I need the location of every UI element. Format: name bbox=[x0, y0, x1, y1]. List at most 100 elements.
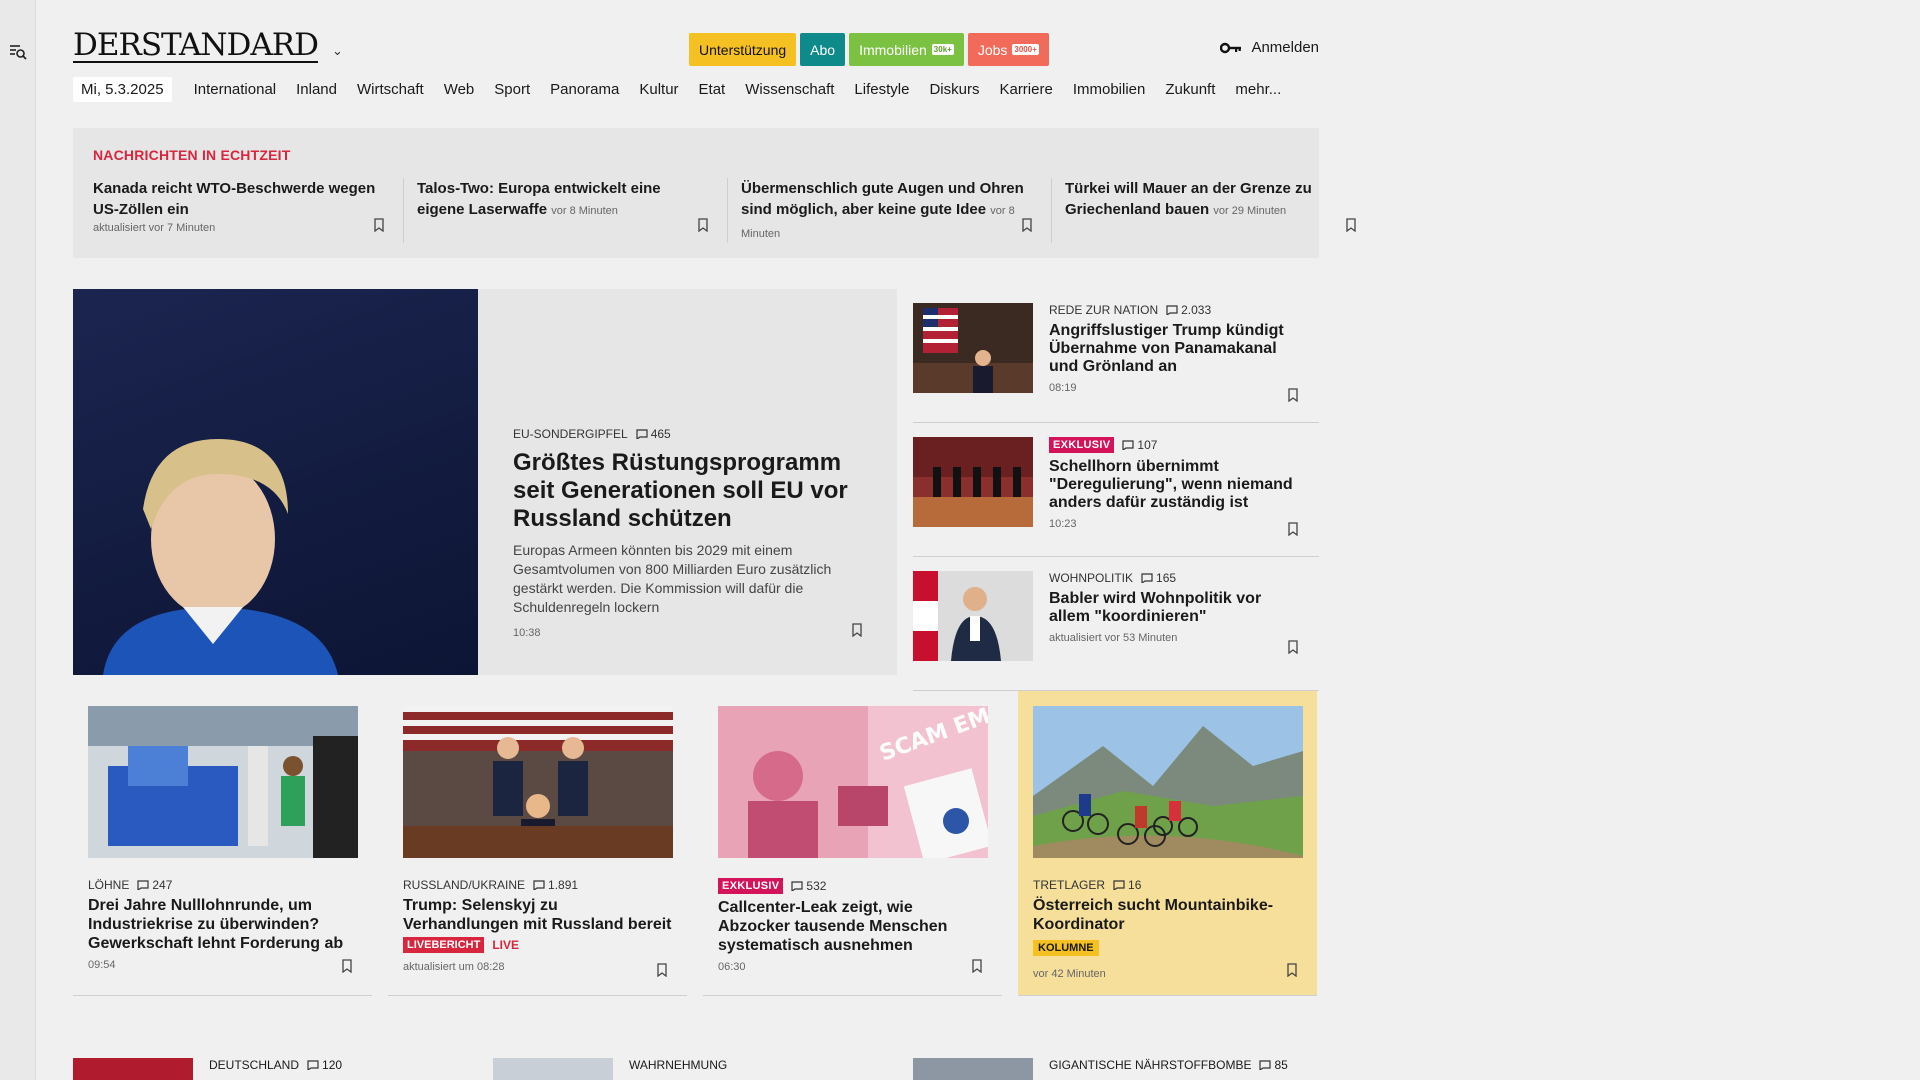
story-thumbnail[interactable] bbox=[913, 1058, 1033, 1080]
nav-item-kultur[interactable]: Kultur bbox=[639, 81, 678, 98]
main-nav: Mi, 5.3.2025 International Inland Wirtsc… bbox=[73, 77, 1291, 102]
ticker-item[interactable]: Übermenschlich gute Augen und Ohren sind… bbox=[741, 178, 1052, 243]
story-thumbnail[interactable] bbox=[913, 571, 1033, 661]
story-comment-count[interactable]: 165 bbox=[1141, 571, 1176, 585]
story-comment-count[interactable]: 247 bbox=[137, 878, 172, 892]
comment-icon bbox=[1141, 573, 1153, 583]
nav-item-web[interactable]: Web bbox=[444, 81, 475, 98]
nav-item-wissenschaft[interactable]: Wissenschaft bbox=[745, 81, 834, 98]
chevron-down-icon[interactable]: ⌄ bbox=[332, 43, 343, 59]
lead-comments: 465 bbox=[650, 427, 671, 441]
bookmark-icon[interactable] bbox=[971, 959, 983, 973]
live-row: LIVEBERICHT LIVE bbox=[403, 937, 673, 953]
story-thumbnail[interactable] bbox=[913, 437, 1033, 527]
story-title[interactable]: Angriffslustiger Trump kündigt Übernahme… bbox=[1049, 322, 1299, 376]
story-title[interactable]: Drei Jahre Nulllohnrunde, um Industriekr… bbox=[88, 896, 358, 953]
story-comment-count[interactable]: 532 bbox=[791, 879, 826, 893]
story-image[interactable] bbox=[88, 706, 358, 858]
support-label: Unterstützung bbox=[699, 41, 787, 58]
nav-item-etat[interactable]: Etat bbox=[699, 81, 726, 98]
story-image[interactable]: SCAM EMPIRE bbox=[718, 684, 1046, 864]
story-time: 10:23 bbox=[1049, 518, 1077, 530]
menu-search-icon[interactable] bbox=[9, 43, 27, 61]
story-comment-count[interactable]: 2.033 bbox=[1166, 303, 1211, 317]
story-card[interactable]: LÖHNE 247 Drei Jahre Nulllohnrunde, um I… bbox=[73, 691, 372, 996]
story-title[interactable]: Schellhorn übernimmt "Deregulierung", we… bbox=[1049, 458, 1299, 512]
bookmark-icon[interactable] bbox=[1345, 218, 1357, 232]
jobs-button[interactable]: Jobs 3000+ bbox=[967, 33, 1049, 66]
abo-button[interactable]: Abo bbox=[800, 33, 846, 66]
nav-item-more[interactable]: mehr... bbox=[1235, 81, 1281, 98]
story-comment-count[interactable]: 85 bbox=[1259, 1058, 1288, 1072]
bookmark-icon[interactable] bbox=[1286, 963, 1298, 977]
bookmark-icon[interactable] bbox=[656, 963, 668, 977]
immobilien-button[interactable]: Immobilien 30k+ bbox=[849, 33, 964, 66]
nav-item-international[interactable]: International bbox=[194, 81, 277, 98]
nav-item-sport[interactable]: Sport bbox=[494, 81, 530, 98]
list-item[interactable]: DEUTSCHLAND 120 bbox=[73, 1058, 473, 1080]
story-card-highlight[interactable]: TRETLAGER 16 Österreich sucht Mountainbi… bbox=[1018, 691, 1317, 996]
bookmark-icon[interactable] bbox=[851, 623, 863, 637]
story-kicker: EXKLUSIV 532 bbox=[718, 878, 988, 894]
story-comment-count[interactable]: 107 bbox=[1122, 438, 1157, 452]
bookmark-icon[interactable] bbox=[1287, 388, 1299, 402]
ticker-item-title[interactable]: Übermenschlich gute Augen und Ohren sind… bbox=[741, 178, 1033, 245]
nav-item-inland[interactable]: Inland bbox=[296, 81, 337, 98]
nav-item-immobilien[interactable]: Immobilien bbox=[1073, 81, 1146, 98]
story-time: aktualisiert um 08:28 bbox=[403, 961, 505, 973]
story-title[interactable]: Callcenter-Leak zeigt, wie Abzocker taus… bbox=[718, 898, 988, 955]
comment-icon bbox=[791, 881, 804, 891]
story-comment-count[interactable]: 120 bbox=[307, 1058, 342, 1072]
site-logo[interactable]: DERSTANDARD bbox=[73, 30, 319, 63]
story-kicker: RUSSLAND/UKRAINE 1.891 bbox=[403, 878, 673, 892]
nav-item-wirtschaft[interactable]: Wirtschaft bbox=[357, 81, 424, 98]
story-card[interactable]: RUSSLAND/UKRAINE 1.891 Trump: Selenskyj … bbox=[388, 691, 687, 996]
story-time: vor 42 Minuten bbox=[1033, 968, 1106, 980]
ticker-item-title[interactable]: Kanada reicht WTO-Beschwerde wegen US-Zö… bbox=[93, 178, 385, 220]
ticker-item[interactable]: Türkei will Mauer an der Grenze zu Griec… bbox=[1065, 178, 1375, 243]
ticker-item[interactable]: Talos-Two: Europa entwickelt eine eigene… bbox=[417, 178, 728, 243]
story-title[interactable]: Österreich sucht Mountainbike-Koordinato… bbox=[1033, 896, 1303, 934]
story-title[interactable]: Trump: Selenskyj zu Verhandlungen mit Ru… bbox=[403, 896, 673, 934]
story-title[interactable]: Babler wird Wohnpolitik vor allem "koord… bbox=[1049, 590, 1299, 626]
story-time: 06:30 bbox=[718, 961, 746, 973]
nav-item-panorama[interactable]: Panorama bbox=[550, 81, 619, 98]
story-comment-count[interactable]: 1.891 bbox=[533, 878, 578, 892]
list-item[interactable]: WOHNPOLITIK 165 Babler wird Wohnpolitik … bbox=[913, 557, 1319, 691]
support-button[interactable]: Unterstützung bbox=[689, 33, 797, 66]
ticker-item-title[interactable]: Talos-Two: Europa entwickelt eine eigene… bbox=[417, 178, 709, 222]
list-item[interactable]: GIGANTISCHE NÄHRSTOFFBOMBE 85 bbox=[913, 1058, 1319, 1080]
ticker-item-title[interactable]: Türkei will Mauer an der Grenze zu Griec… bbox=[1065, 178, 1357, 222]
bookmark-icon[interactable] bbox=[341, 959, 353, 973]
bookmark-icon[interactable] bbox=[1287, 640, 1299, 654]
lead-story[interactable]: EU-SONDERGIPFEL 465 Größtes Rüstungsprog… bbox=[73, 289, 897, 675]
list-item[interactable]: WAHRNEHMUNG bbox=[493, 1058, 893, 1080]
story-card-text: EXKLUSIV 532 Callcenter-Leak zeigt, wie … bbox=[718, 878, 988, 973]
lead-title[interactable]: Größtes Rüstungsprogramm seit Generation… bbox=[513, 449, 863, 533]
story-image[interactable] bbox=[403, 706, 673, 858]
story-kicker: TRETLAGER 16 bbox=[1033, 878, 1303, 892]
lead-comment-count[interactable]: 465 bbox=[636, 427, 671, 441]
story-thumbnail[interactable] bbox=[913, 303, 1033, 393]
ticker-item[interactable]: Kanada reicht WTO-Beschwerde wegen US-Zö… bbox=[93, 178, 404, 243]
nav-item-lifestyle[interactable]: Lifestyle bbox=[854, 81, 909, 98]
bookmark-icon[interactable] bbox=[1287, 522, 1299, 536]
story-thumbnail[interactable] bbox=[493, 1058, 613, 1080]
bookmark-icon[interactable] bbox=[697, 218, 709, 232]
bookmark-icon[interactable] bbox=[373, 218, 385, 232]
comment-icon bbox=[533, 880, 545, 890]
story-card-text: LÖHNE 247 Drei Jahre Nulllohnrunde, um I… bbox=[88, 878, 358, 971]
list-item[interactable]: EXKLUSIV 107 Schellhorn übernimmt "Dereg… bbox=[913, 423, 1319, 557]
login-button[interactable]: Anmelden bbox=[1220, 39, 1319, 56]
story-image[interactable] bbox=[1033, 706, 1303, 858]
bookmark-icon[interactable] bbox=[1021, 218, 1033, 232]
nav-item-karriere[interactable]: Karriere bbox=[999, 81, 1052, 98]
story-thumbnail[interactable] bbox=[73, 1058, 193, 1080]
list-item[interactable]: REDE ZUR NATION 2.033 Angriffslustiger T… bbox=[913, 289, 1319, 423]
lead-story-image[interactable] bbox=[73, 289, 478, 675]
story-card[interactable]: SCAM EMPIRE EXKLUSIV 532 Callcenter-Leak… bbox=[703, 684, 1046, 996]
story-comment-count[interactable]: 16 bbox=[1113, 878, 1141, 892]
nav-item-diskurs[interactable]: Diskurs bbox=[929, 81, 979, 98]
exklusiv-badge: EXKLUSIV bbox=[1049, 437, 1115, 453]
nav-item-zukunft[interactable]: Zukunft bbox=[1165, 81, 1215, 98]
